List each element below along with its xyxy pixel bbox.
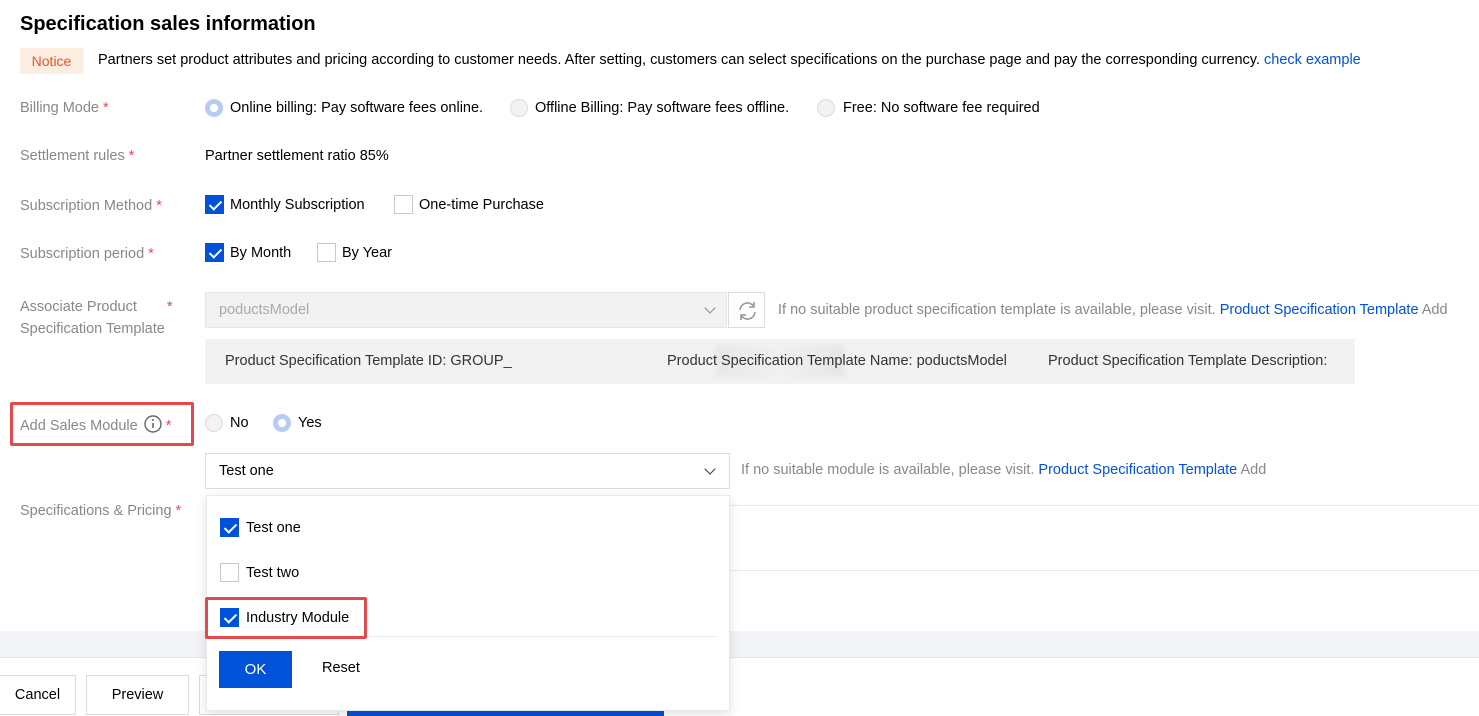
template-info-bar: Product Specification Template ID: GROUP…	[205, 339, 1355, 384]
refresh-button[interactable]	[728, 292, 765, 328]
template-id: Product Specification Template ID: GROUP…	[225, 353, 512, 369]
settlement-rules-label: Settlement rules *	[20, 148, 134, 164]
monthly-subscription-label: Monthly Subscription	[230, 197, 365, 213]
offline-billing-label: Offline Billing: Pay software fees offli…	[535, 100, 790, 116]
notice-text: Partners set product attributes and pric…	[98, 52, 1361, 68]
subscription-method-label-text: Subscription Method	[20, 198, 153, 214]
template-label-line1: Associate Product *	[20, 296, 173, 318]
radio-online-billing[interactable]	[205, 99, 223, 117]
one-time-purchase-label: One-time Purchase	[419, 197, 544, 213]
template-hint-add[interactable]: Add	[1422, 302, 1448, 318]
dropdown-option-test-one[interactable]: Test one	[207, 508, 729, 548]
chevron-down-icon	[704, 463, 716, 475]
sales-module-hint-text: If no suitable module is available, plea…	[741, 462, 1035, 478]
pricing-label: Specifications & Pricing *	[20, 503, 181, 519]
pricing-label-text: Specifications & Pricing	[20, 503, 172, 519]
highlight-box	[205, 597, 367, 639]
option-label: Test one	[246, 520, 301, 536]
sales-module-select-value: Test one	[219, 463, 274, 479]
sales-module-yes-label: Yes	[298, 415, 322, 431]
template-description: Product Specification Template Descripti…	[1048, 353, 1328, 369]
pricing-table-top-border	[730, 505, 1479, 506]
template-label: Associate Product * Specification Templat…	[20, 296, 173, 340]
required-mark: *	[103, 100, 109, 116]
template-hint: If no suitable product specification tem…	[778, 302, 1448, 318]
required-mark: *	[148, 246, 154, 262]
subscription-period-label-text: Subscription period	[20, 246, 145, 262]
check-example-link[interactable]: check example	[1264, 52, 1361, 68]
template-name: Product Specification Template Name: pod…	[667, 353, 1007, 369]
notice-badge: Notice	[20, 48, 83, 74]
chevron-down-icon	[704, 302, 716, 314]
required-mark: *	[165, 418, 172, 434]
checkbox-one-time-purchase[interactable]	[394, 195, 413, 214]
template-select[interactable]: poductsModel	[205, 292, 727, 328]
subscription-period-label: Subscription period *	[20, 246, 154, 262]
sales-module-select[interactable]: Test one	[205, 453, 730, 489]
checkbox-monthly-subscription[interactable]	[205, 195, 224, 214]
sales-module-hint: If no suitable module is available, plea…	[741, 462, 1266, 478]
sales-module-hint-link[interactable]: Product Specification Template	[1038, 462, 1237, 478]
reset-button[interactable]: Reset	[322, 660, 360, 676]
billing-mode-label: Billing Mode *	[20, 100, 109, 116]
section-title: Specification sales information	[20, 13, 316, 35]
preview-button[interactable]: Preview	[86, 675, 189, 715]
checkbox-by-year[interactable]	[317, 243, 336, 262]
template-label-line2: Specification Template	[20, 321, 165, 337]
option-label: Test two	[246, 565, 300, 581]
checkbox-test-one[interactable]	[220, 518, 239, 537]
required-mark: *	[128, 148, 135, 164]
cancel-button[interactable]: Cancel	[0, 675, 76, 715]
by-year-label: By Year	[342, 245, 392, 261]
info-icon[interactable]	[144, 415, 162, 433]
refresh-icon	[739, 302, 756, 320]
template-select-value: poductsModel	[219, 302, 310, 318]
sales-module-label: Add Sales Module *	[20, 415, 171, 434]
settlement-rules-label-text: Settlement rules	[20, 148, 125, 164]
billing-mode-label-text: Billing Mode	[20, 100, 99, 116]
notice-message: Partners set product attributes and pric…	[98, 52, 1260, 68]
required-mark: *	[175, 503, 182, 519]
radio-sales-module-no[interactable]	[205, 414, 223, 432]
by-month-label: By Month	[230, 245, 292, 261]
page: Specification sales information Notice P…	[0, 0, 1479, 716]
settlement-value: Partner settlement ratio 85%	[205, 148, 389, 164]
free-label: Free: No software fee required	[843, 100, 1040, 116]
ok-button[interactable]: OK	[219, 651, 292, 688]
radio-sales-module-yes[interactable]	[273, 414, 291, 432]
sales-module-label-text: Add Sales Module	[20, 418, 138, 434]
template-label-line1-text: Associate Product	[20, 299, 137, 315]
online-billing-label: Online billing: Pay software fees online…	[230, 100, 484, 116]
radio-free[interactable]	[817, 99, 835, 117]
sales-module-hint-add[interactable]: Add	[1240, 462, 1266, 478]
radio-offline-billing[interactable]	[510, 99, 528, 117]
dropdown-option-test-two[interactable]: Test two	[207, 553, 729, 593]
checkbox-by-month[interactable]	[205, 243, 224, 262]
required-mark: *	[156, 198, 162, 214]
pricing-table-bottom-border	[730, 570, 1479, 571]
sales-module-no-label: No	[230, 415, 249, 431]
subscription-method-label: Subscription Method *	[20, 198, 162, 214]
template-hint-text: If no suitable product specification tem…	[778, 302, 1216, 318]
template-hint-link[interactable]: Product Specification Template	[1220, 302, 1419, 318]
checkbox-test-two[interactable]	[220, 563, 239, 582]
required-mark: *	[166, 299, 173, 315]
